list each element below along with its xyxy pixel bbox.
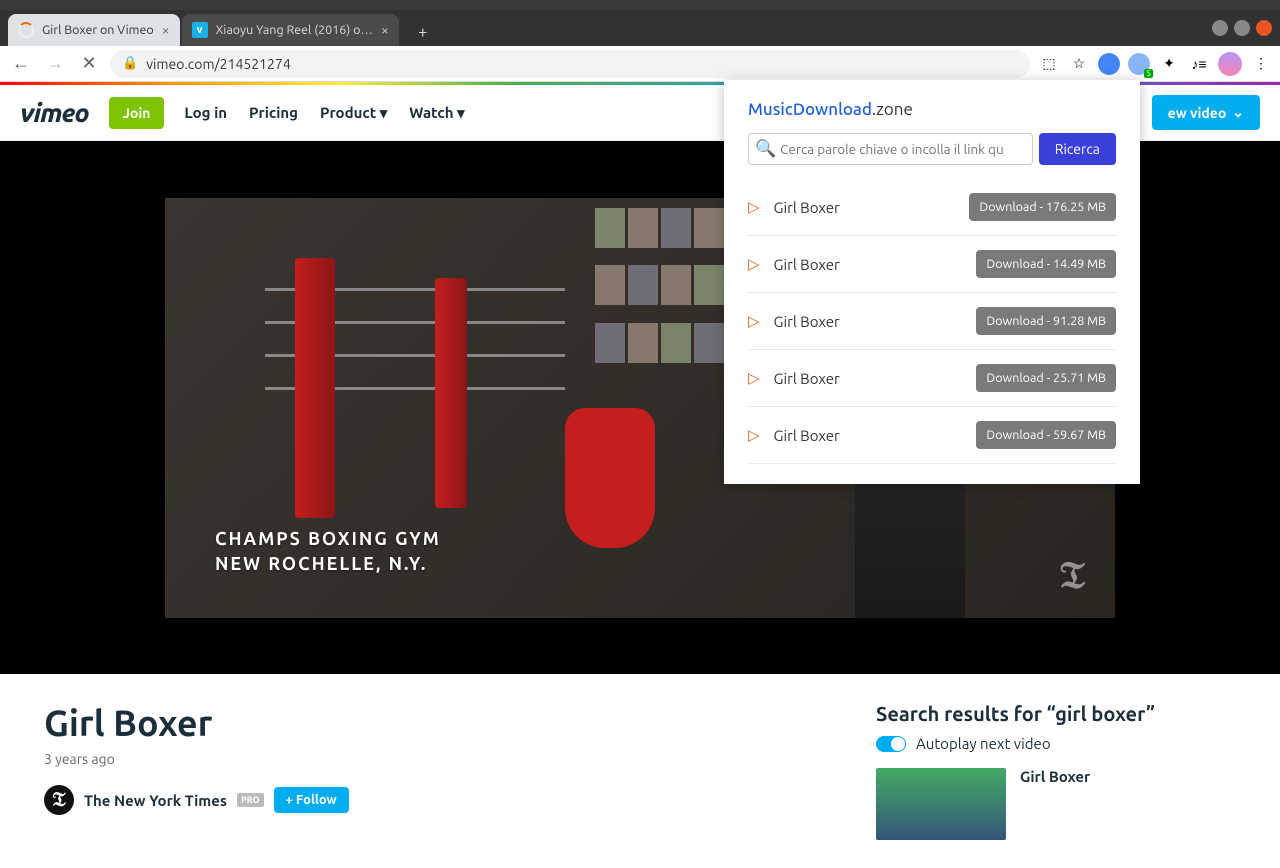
nav-watch[interactable]: Watch ▾ (409, 104, 464, 122)
close-tab-icon[interactable]: × (381, 22, 389, 38)
nav-login[interactable]: Log in (184, 104, 227, 122)
lock-icon: 🔒 (122, 56, 138, 71)
download-item-name: Girl Boxer (774, 427, 977, 444)
vimeo-nav: Log in Pricing Product ▾ Watch ▾ (184, 104, 464, 122)
download-row: ▷ Girl BoxerDownload - 14.49 MB (748, 236, 1116, 293)
loading-spinner-icon (18, 22, 34, 38)
tab-title: Xiaoyu Yang Reel (2016) o… (216, 23, 373, 37)
play-icon: ▷ (748, 255, 760, 273)
pro-badge: PRO (237, 793, 264, 807)
nav-pricing[interactable]: Pricing (249, 104, 298, 122)
bookmark-star-icon[interactable]: ☆ (1068, 53, 1090, 75)
menu-icon[interactable]: ⋮ (1250, 53, 1272, 75)
translate-icon[interactable]: ⬚ (1038, 53, 1060, 75)
autoplay-label: Autoplay next video (916, 735, 1051, 752)
url-text: vimeo.com/214521274 (146, 56, 291, 72)
popup-brand[interactable]: MusicDownload.zone (748, 100, 1116, 119)
browser-toolbar: ← → ✕ 🔒 vimeo.com/214521274 ⬚ ☆ 5 ✦ ♪≡ ⋮ (0, 46, 1280, 82)
stop-button[interactable]: ✕ (76, 51, 102, 77)
tab-strip: Girl Boxer on Vimeo × v Xiaoyu Yang Reel… (0, 10, 1280, 46)
download-button[interactable]: Download - 91.28 MB (976, 307, 1116, 335)
download-item-name: Girl Boxer (774, 313, 977, 330)
below-player: Girl Boxer 3 years ago 𝔗 The New York Ti… (0, 674, 1280, 868)
popup-search-button[interactable]: Ricerca (1039, 133, 1116, 165)
extension-icon[interactable]: 5 (1128, 53, 1150, 75)
nyt-logo-icon: 𝔗 (1060, 554, 1085, 598)
extension-icon[interactable] (1098, 53, 1120, 75)
download-button[interactable]: Download - 176.25 MB (969, 193, 1116, 221)
close-window-button[interactable] (1256, 20, 1272, 36)
play-icon: ▷ (748, 198, 760, 216)
download-button[interactable]: Download - 25.71 MB (976, 364, 1116, 392)
address-bar[interactable]: 🔒 vimeo.com/214521274 (110, 50, 1030, 78)
download-button[interactable]: Download - 14.49 MB (976, 250, 1116, 278)
autoplay-toggle[interactable] (876, 736, 906, 752)
media-control-icon[interactable]: ♪≡ (1188, 53, 1210, 75)
chevron-down-icon: ⌄ (1232, 104, 1244, 121)
search-result-item[interactable]: Girl Boxer (876, 768, 1236, 840)
author-row: 𝔗 The New York Times PRO + Follow (44, 785, 848, 815)
forward-button[interactable]: → (42, 51, 68, 77)
join-button[interactable]: Join (109, 97, 165, 129)
profile-avatar[interactable] (1218, 52, 1242, 76)
author-avatar[interactable]: 𝔗 (44, 785, 74, 815)
close-tab-icon[interactable]: × (162, 22, 170, 38)
popup-search-box[interactable]: 🔍 (748, 133, 1033, 165)
download-button[interactable]: Download - 59.67 MB (976, 421, 1116, 449)
vimeo-favicon-icon: v (192, 22, 208, 38)
browser-tab-active[interactable]: Girl Boxer on Vimeo × (8, 14, 180, 46)
download-item-name: Girl Boxer (774, 370, 977, 387)
back-button[interactable]: ← (8, 51, 34, 77)
video-age: 3 years ago (44, 751, 848, 767)
download-row: ▷ Girl BoxerDownload - 176.25 MB (748, 179, 1116, 236)
maximize-button[interactable] (1234, 20, 1250, 36)
browser-tab-inactive[interactable]: v Xiaoyu Yang Reel (2016) o… × (182, 14, 399, 46)
extensions-menu-icon[interactable]: ✦ (1158, 53, 1180, 75)
follow-button[interactable]: + Follow (274, 787, 349, 813)
window-controls (1212, 10, 1272, 46)
download-row: ▷ Girl BoxerDownload - 25.71 MB (748, 350, 1116, 407)
download-item-name: Girl Boxer (774, 256, 977, 273)
minimize-button[interactable] (1212, 20, 1228, 36)
result-title: Girl Boxer (1020, 768, 1090, 840)
search-results-title: Search results for “girl boxer” (876, 702, 1236, 725)
download-item-name: Girl Boxer (774, 199, 970, 216)
tab-title: Girl Boxer on Vimeo (42, 23, 154, 37)
play-icon: ▷ (748, 312, 760, 330)
download-row: ▷ Girl BoxerDownload - 91.28 MB (748, 293, 1116, 350)
search-icon: 🔍 (755, 139, 776, 159)
author-name[interactable]: The New York Times (84, 792, 227, 809)
nav-product[interactable]: Product ▾ (320, 104, 387, 122)
vimeo-logo[interactable]: vimeo (20, 98, 89, 127)
new-video-button[interactable]: ew video⌄ (1152, 95, 1260, 130)
new-tab-button[interactable]: + (409, 18, 437, 46)
download-row: ▷ Girl BoxerDownload - 59.67 MB (748, 407, 1116, 464)
result-thumbnail (876, 768, 1006, 840)
extension-popup: MusicDownload.zone 🔍 Ricerca ▷ Girl Boxer… (724, 80, 1140, 484)
video-caption: CHAMPS BOXING GYM NEW ROCHELLE, N.Y. (215, 527, 441, 577)
play-icon: ▷ (748, 426, 760, 444)
extensions-area: ⬚ ☆ 5 ✦ ♪≡ ⋮ (1038, 52, 1272, 76)
play-icon: ▷ (748, 369, 760, 387)
video-title: Girl Boxer (44, 702, 848, 743)
popup-search-input[interactable] (780, 141, 1026, 157)
